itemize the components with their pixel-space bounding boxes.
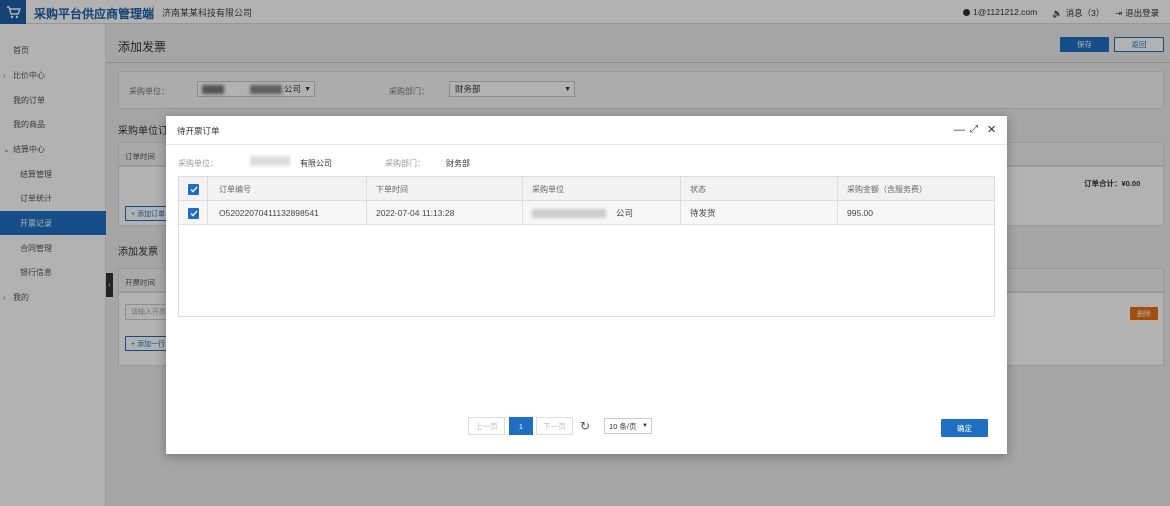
close-icon[interactable]: ✕ [987,123,996,137]
modal-title: 待开票订单 [177,126,220,136]
minimize-icon[interactable]: — [954,123,965,137]
row-checkbox[interactable] [188,201,199,225]
col-status: 状态 [690,184,706,194]
chevron-down-icon: ▼ [642,423,648,429]
order-time-cell: 2022-07-04 11:13:28 [376,208,455,218]
order-no-cell: O52022070411132898541 [219,208,319,218]
modal-unit-label: 采购单位： [178,159,218,168]
select-all-checkbox[interactable] [188,177,199,201]
redacted-block [250,156,290,166]
unit-cell: 公司 [616,208,634,218]
column-divider [680,177,681,201]
refresh-icon[interactable]: ↻ [577,417,593,435]
redacted-block [532,209,606,218]
page-size-select[interactable]: 10 条/页 ▼ [604,418,652,434]
column-divider [207,177,208,201]
table-row[interactable]: O52022070411132898541 2022-07-04 11:13:2… [179,201,994,225]
pending-invoice-modal: 待开票订单 — ⤢ ✕ 采购单位： 有限公司 采购部门： 财务部 订单编号 下单… [166,116,1007,454]
column-divider [366,201,367,225]
check-icon [188,183,199,195]
col-order-no: 订单编号 [219,184,251,194]
modal-header: 待开票订单 — ⤢ ✕ [166,116,1007,145]
col-unit: 采购单位 [532,184,564,194]
next-page-button[interactable]: 下一页 [536,417,573,435]
column-divider [837,177,838,201]
table-header: 订单编号 下单时间 采购单位 状态 采购金额（含服务费） [179,177,994,201]
column-divider [680,201,681,225]
amount-cell: 995.00 [847,208,873,218]
modal-unit-value: 有限公司 [300,159,332,168]
prev-page-button[interactable]: 上一页 [468,417,505,435]
status-cell: 待发货 [690,208,716,218]
pending-orders-table: 订单编号 下单时间 采购单位 状态 采购金额（含服务费） O5202207041… [178,176,995,317]
column-divider [837,201,838,225]
page-size-value: 10 条/页 [609,421,637,431]
column-divider [366,177,367,201]
maximize-icon[interactable]: ⤢ [970,123,978,137]
check-icon [188,207,199,219]
column-divider [207,201,208,225]
column-divider [522,201,523,225]
modal-dept-value: 财务部 [446,159,470,168]
col-amount: 采购金额（含服务费） [847,184,927,194]
modal-dept-label: 采购部门： [385,159,425,168]
column-divider [522,177,523,201]
confirm-button[interactable]: 确定 [941,419,988,437]
col-order-time: 下单时间 [376,184,408,194]
page-1-button[interactable]: 1 [509,417,533,435]
